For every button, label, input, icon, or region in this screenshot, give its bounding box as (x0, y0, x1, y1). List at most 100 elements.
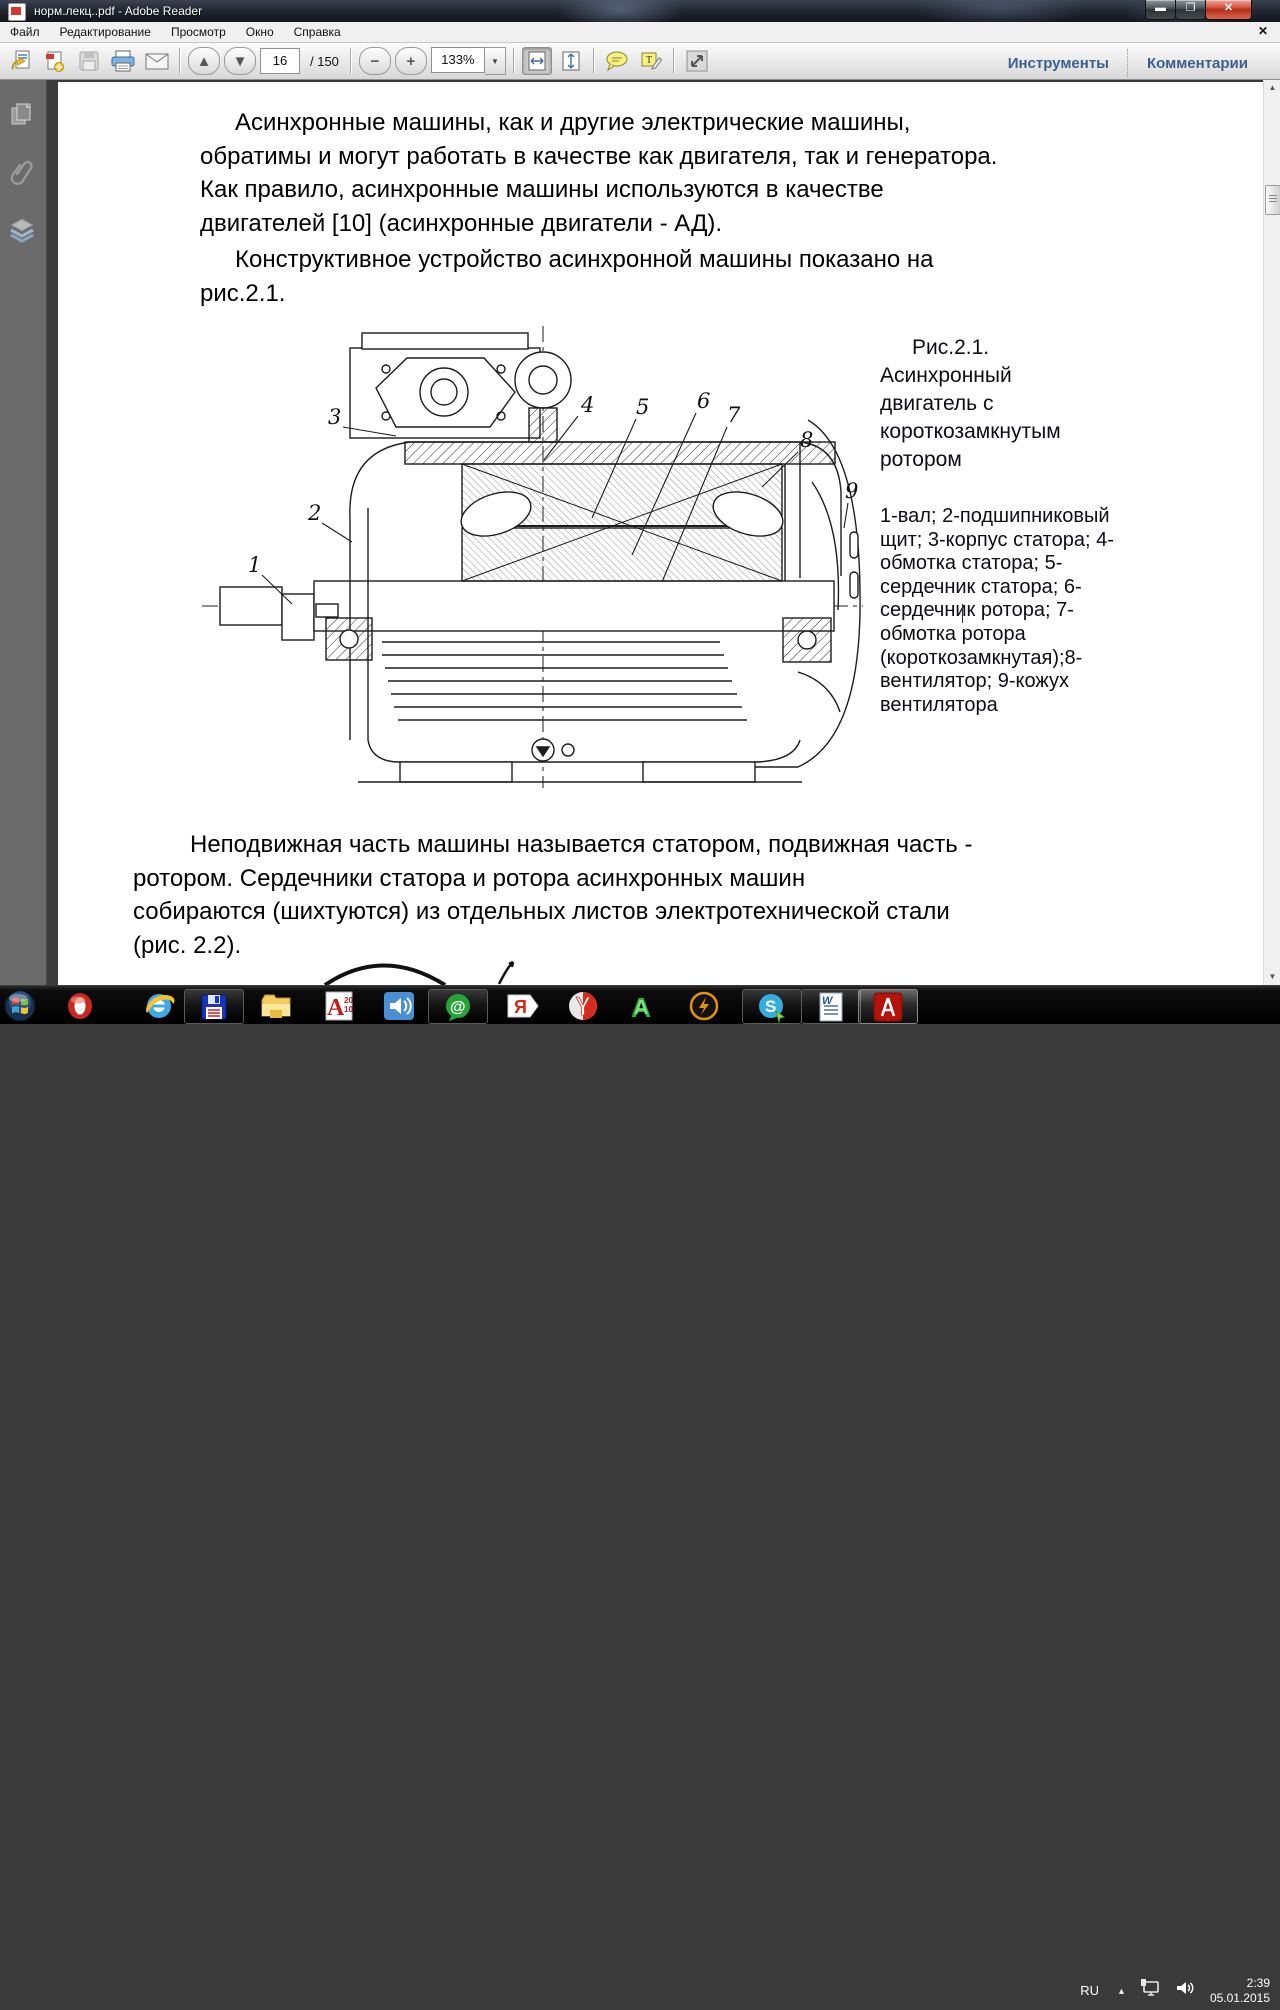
text-line: вентилятор; 9-кожух (880, 670, 1114, 694)
svg-text:T: T (646, 55, 652, 66)
svg-text:A: A (327, 995, 345, 1021)
clock[interactable]: 2:39 05.01.2015 (1202, 1976, 1280, 2006)
daemon-tools-icon[interactable] (682, 990, 726, 1021)
text-line: Асинхронные машины, как и другие электри… (200, 106, 997, 140)
text-line: ротором (880, 446, 1061, 474)
svg-text:10: 10 (344, 1005, 353, 1014)
svg-text:S: S (765, 997, 776, 1016)
create-pdf-icon[interactable] (40, 47, 70, 75)
paragraph-2: Конструктивное устройство асинхронной ма… (200, 243, 933, 310)
zoom-out-icon[interactable]: − (359, 47, 391, 75)
save-icon[interactable] (74, 47, 104, 75)
text-line: обратимы и могут работать в качестве как… (200, 140, 997, 174)
word-icon[interactable]: W (801, 989, 861, 1024)
yandex-icon[interactable]: Я (501, 990, 545, 1021)
page-total-label: / 150 (310, 54, 339, 69)
toolbar-separator (673, 48, 675, 74)
text-line: вентилятора (880, 694, 1114, 718)
volume-app-icon[interactable] (377, 990, 421, 1021)
fullscreen-icon[interactable] (682, 47, 712, 75)
text-line: двигатель с (880, 390, 1061, 418)
next-page-icon[interactable]: ▼ (224, 47, 256, 75)
opera-icon[interactable] (60, 990, 100, 1021)
internet-explorer-icon[interactable] (139, 990, 181, 1021)
title-bar: норм.лекц..pdf - Adobe Reader ▬ ❐ ✕ (0, 0, 1280, 22)
callout-9: 9 (845, 479, 858, 503)
scrollbar-thumb[interactable] (1265, 185, 1280, 215)
pdf-page: Асинхронные машины, как и другие электри… (58, 82, 1263, 985)
abbyy-icon[interactable]: AA (622, 990, 668, 1021)
taskbar: A2010 @ Я AA S W RU ▲ 2:39 05.01.2015 (0, 985, 1280, 1024)
fit-page-button[interactable] (556, 47, 586, 75)
vertical-scrollbar[interactable]: ▲ ▼ (1263, 80, 1280, 985)
text-line: сердечник ротора; 7- (880, 599, 1114, 623)
toolbar-separator (513, 48, 515, 74)
text-line: двигателей [10] (асинхронные двигатели -… (200, 207, 997, 241)
hidden-icons-arrow[interactable]: ▲ (1109, 1986, 1134, 1996)
motor-diagram: 1 2 3 4 5 6 7 8 9 (200, 320, 865, 792)
comments-panel-button[interactable]: Комментарии (1129, 55, 1266, 72)
language-indicator[interactable]: RU (1070, 1983, 1109, 1998)
system-tray: RU ▲ 2:39 05.01.2015 (1070, 1971, 1280, 2010)
tray-time: 2:39 (1210, 1976, 1270, 1991)
text-line: (рис. 2.2). (133, 929, 972, 963)
adobe-reader-icon[interactable] (858, 989, 918, 1024)
navigation-sidebar (0, 80, 47, 985)
open-file-icon[interactable] (6, 47, 36, 75)
text-line: Как правило, асинхронные машины использу… (200, 173, 997, 207)
text-markup-icon[interactable]: T (636, 47, 666, 75)
text-line: Асинхронный (880, 362, 1061, 390)
save-glyph (77, 49, 101, 73)
yandex-browser-icon[interactable] (561, 990, 605, 1021)
comment-bubble-icon[interactable] (602, 47, 632, 75)
scroll-down-icon[interactable]: ▼ (1264, 969, 1280, 985)
menu-edit[interactable]: Редактирование (50, 22, 161, 42)
panel-buttons: Инструменты Комментарии (990, 49, 1266, 77)
zoom-in-icon[interactable]: + (395, 47, 427, 75)
callout-8: 8 (800, 428, 813, 452)
text-line: Неподвижная часть машины называется стат… (133, 828, 972, 862)
restore-button[interactable]: ❐ (1175, 0, 1206, 20)
autocad-icon[interactable]: A2010 (318, 990, 362, 1021)
explorer-folder-icon[interactable] (256, 990, 298, 1021)
open-file-glyph (9, 49, 33, 73)
menu-view[interactable]: Просмотр (161, 22, 236, 42)
fit-width-button[interactable] (522, 47, 552, 75)
zoom-level-input[interactable]: 133% (431, 47, 485, 73)
volume-icon[interactable] (1168, 1978, 1202, 2003)
menu-window[interactable]: Окно (236, 22, 284, 42)
svg-text:A: A (634, 997, 648, 1019)
callout-2: 2 (307, 501, 321, 525)
callout-1: 1 (248, 553, 261, 577)
page-number-input[interactable]: 16 (260, 48, 300, 74)
svg-text:20: 20 (344, 996, 353, 1005)
callout-5: 5 (636, 395, 649, 419)
previous-page-icon[interactable]: ▲ (188, 47, 220, 75)
scroll-up-icon[interactable]: ▲ (1264, 80, 1280, 96)
skype-icon[interactable]: S (742, 989, 802, 1024)
start-orb[interactable] (2, 990, 38, 1021)
menu-file[interactable]: Файл (0, 22, 50, 42)
zoom-dropdown-icon[interactable]: ▼ (485, 47, 506, 75)
layers-icon[interactable] (8, 216, 36, 244)
document-area: Асинхронные машины, как и другие электри… (47, 80, 1263, 985)
close-document-icon[interactable]: ✕ (1258, 24, 1268, 38)
network-icon[interactable] (1134, 1978, 1168, 2003)
toolbar-separator (179, 48, 181, 74)
callout-7: 7 (727, 403, 741, 427)
attachments-paperclip-icon[interactable] (8, 158, 36, 186)
print-icon[interactable] (108, 47, 138, 75)
email-icon[interactable] (142, 47, 172, 75)
mailru-agent-icon[interactable]: @ (428, 989, 488, 1024)
fit-width-glyph (526, 50, 548, 72)
total-commander-floppy-icon[interactable] (184, 989, 244, 1024)
page-thumbnails-icon[interactable] (8, 100, 36, 128)
text-line: щит; 3-корпус статора; 4- (880, 529, 1114, 553)
svg-text:@: @ (450, 999, 466, 1016)
tools-panel-button[interactable]: Инструменты (990, 55, 1127, 72)
close-button[interactable]: ✕ (1205, 0, 1252, 20)
tray-date: 05.01.2015 (1210, 1991, 1270, 2006)
adobe-pdf-icon (8, 3, 26, 21)
minimize-button[interactable]: ▬ (1145, 0, 1176, 20)
menu-help[interactable]: Справка (284, 22, 351, 42)
